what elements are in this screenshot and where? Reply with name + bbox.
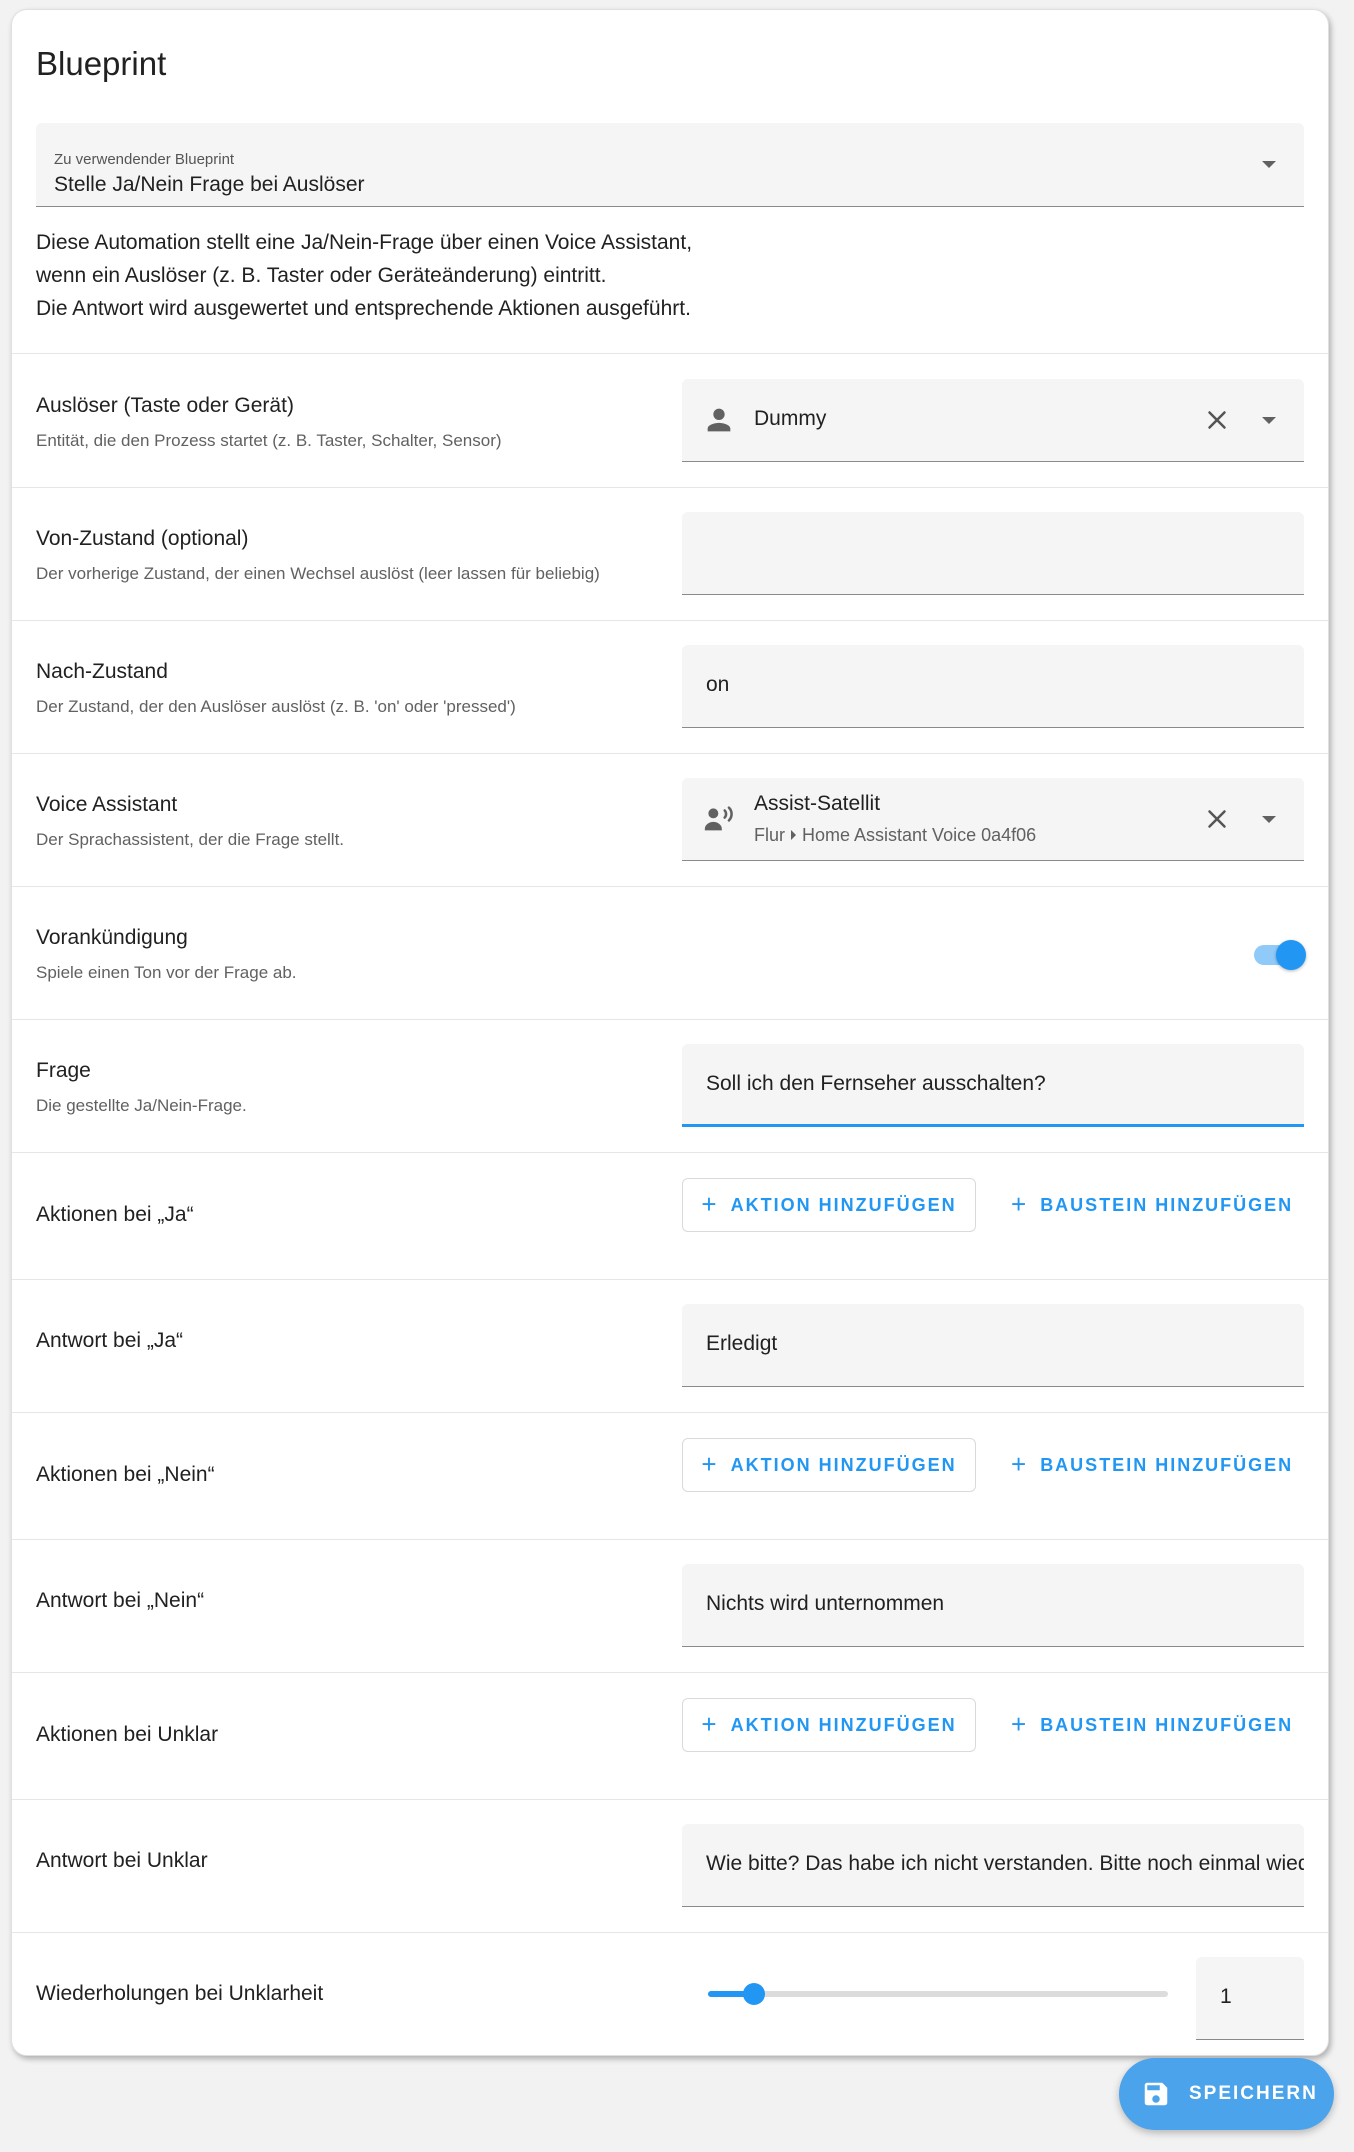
answer-no-label: Antwort bei „Nein“ xyxy=(36,1589,205,1612)
description-line: Die Antwort wird ausgewertet und entspre… xyxy=(36,297,691,320)
from-state-label: Von-Zustand (optional) xyxy=(36,527,249,550)
field-row-announcement: Vorankündigung Spiele einen Ton vor der … xyxy=(12,886,1328,1019)
blueprint-card: Blueprint Zu verwendender Blueprint Stel… xyxy=(11,9,1329,2056)
slider-handle[interactable] xyxy=(743,1983,765,2005)
voice-assistant-device: Home Assistant Voice 0a4f06 xyxy=(802,825,1037,845)
plus-icon: + xyxy=(1011,1188,1027,1219)
add-action-button[interactable]: + AKTION HINZUFÜGEN xyxy=(682,1698,976,1752)
add-building-block-button[interactable]: + BAUSTEIN HINZUFÜGEN xyxy=(997,1698,1297,1752)
plus-icon: + xyxy=(1011,1448,1027,1479)
retries-number-input[interactable]: 1 xyxy=(1196,1957,1304,2040)
add-action-label: AKTION HINZUFÜGEN xyxy=(730,1194,957,1215)
retries-slider[interactable] xyxy=(698,1979,1168,2009)
field-row-question: Frage Die gestellte Ja/Nein-Frage. Soll … xyxy=(12,1019,1328,1152)
plus-icon: + xyxy=(1011,1708,1027,1739)
trigger-entity-picker[interactable]: Dummy xyxy=(682,379,1304,462)
add-building-block-button[interactable]: + BAUSTEIN HINZUFÜGEN xyxy=(997,1178,1297,1232)
answer-unclear-input[interactable]: Wie bitte? Das habe ich nicht verstanden… xyxy=(682,1824,1304,1907)
breadcrumb-arrow-icon xyxy=(791,830,796,840)
description-line: wenn ein Auslöser (z. B. Taster oder Ger… xyxy=(36,264,607,287)
question-sublabel: Die gestellte Ja/Nein-Frage. xyxy=(36,1096,247,1115)
blueprint-select[interactable]: Zu verwendender Blueprint Stelle Ja/Nein… xyxy=(36,123,1304,207)
toggle-thumb xyxy=(1276,940,1306,970)
voice-assistant-sublabel: Der Sprachassistent, der die Frage stell… xyxy=(36,830,345,849)
trigger-label: Auslöser (Taste oder Gerät) xyxy=(36,394,294,417)
to-state-sublabel: Der Zustand, der den Auslöser auslöst (z… xyxy=(36,697,516,716)
description-line: Diese Automation stellt eine Ja/Nein-Fra… xyxy=(36,231,693,254)
blueprint-select-label: Zu verwendender Blueprint xyxy=(54,151,235,168)
voice-assistant-area: Flur xyxy=(754,825,785,845)
answer-no-input[interactable]: Nichts wird unternommen xyxy=(682,1564,1304,1647)
question-value: Soll ich den Fernseher ausschalten? xyxy=(706,1072,1046,1095)
blueprint-description: Diese Automation stellt eine Ja/Nein-Fra… xyxy=(36,226,1036,325)
to-state-label: Nach-Zustand xyxy=(36,660,168,683)
answer-no-value: Nichts wird unternommen xyxy=(706,1592,945,1615)
field-row-from-state: Von-Zustand (optional) Der vorherige Zus… xyxy=(12,487,1328,620)
add-building-block-label: BAUSTEIN HINZUFÜGEN xyxy=(1040,1714,1294,1735)
close-icon[interactable] xyxy=(1202,405,1232,435)
from-state-sublabel: Der vorherige Zustand, der einen Wechsel… xyxy=(36,564,600,583)
question-label: Frage xyxy=(36,1059,91,1082)
add-building-block-button[interactable]: + BAUSTEIN HINZUFÜGEN xyxy=(997,1438,1297,1492)
retries-label: Wiederholungen bei Unklarheit xyxy=(36,1982,324,2005)
card-title: Blueprint xyxy=(36,45,167,82)
to-state-input[interactable]: on xyxy=(682,645,1304,728)
question-input[interactable]: Soll ich den Fernseher ausschalten? xyxy=(682,1044,1304,1127)
blueprint-select-value: Stelle Ja/Nein Frage bei Auslöser xyxy=(54,173,365,196)
assist-satellite-icon xyxy=(704,806,733,831)
answer-unclear-value: Wie bitte? Das habe ich nicht verstanden… xyxy=(706,1852,1304,1875)
announcement-sublabel: Spiele einen Ton vor der Frage ab. xyxy=(36,963,297,982)
field-row-to-state: Nach-Zustand Der Zustand, der den Auslös… xyxy=(12,620,1328,753)
field-row-answer-no: Antwort bei „Nein“ Nichts wird unternomm… xyxy=(12,1539,1328,1672)
plus-icon: + xyxy=(701,1708,717,1739)
chevron-down-icon[interactable] xyxy=(1262,816,1276,823)
chevron-down-icon[interactable] xyxy=(1262,417,1276,424)
answer-yes-value: Erledigt xyxy=(706,1332,778,1355)
close-icon[interactable] xyxy=(1202,804,1232,834)
save-label: SPEICHERN xyxy=(1189,2083,1318,2104)
trigger-value: Dummy xyxy=(754,407,827,430)
actions-no-label: Aktionen bei „Nein“ xyxy=(36,1463,215,1486)
announcement-toggle[interactable] xyxy=(1250,937,1306,973)
plus-icon: + xyxy=(701,1448,717,1479)
field-row-actions-yes: Aktionen bei „Ja“ + AKTION HINZUFÜGEN + … xyxy=(12,1152,1328,1279)
field-row-trigger: Auslöser (Taste oder Gerät) Entität, die… xyxy=(12,353,1328,487)
add-building-block-label: BAUSTEIN HINZUFÜGEN xyxy=(1040,1194,1294,1215)
answer-yes-input[interactable]: Erledigt xyxy=(682,1304,1304,1387)
voice-assistant-label: Voice Assistant xyxy=(36,793,178,816)
add-building-block-label: BAUSTEIN HINZUFÜGEN xyxy=(1040,1454,1294,1475)
announcement-label: Vorankündigung xyxy=(36,926,188,949)
add-action-button[interactable]: + AKTION HINZUFÜGEN xyxy=(682,1178,976,1232)
voice-assistant-value: Assist-Satellit xyxy=(754,792,881,815)
slider-rail xyxy=(708,1991,1168,1997)
voice-assistant-path: Flur Home Assistant Voice 0a4f06 xyxy=(754,825,1036,846)
add-action-button[interactable]: + AKTION HINZUFÜGEN xyxy=(682,1438,976,1492)
answer-unclear-label: Antwort bei Unklar xyxy=(36,1849,208,1872)
chevron-down-icon xyxy=(1262,161,1276,168)
to-state-value: on xyxy=(706,673,730,696)
field-row-retries: Wiederholungen bei Unklarheit 1 xyxy=(12,1932,1328,2055)
from-state-input[interactable] xyxy=(682,512,1304,595)
add-action-label: AKTION HINZUFÜGEN xyxy=(730,1714,957,1735)
actions-yes-label: Aktionen bei „Ja“ xyxy=(36,1203,194,1226)
field-row-voice-assistant: Voice Assistant Der Sprachassistent, der… xyxy=(12,753,1328,886)
floppy-disk-icon xyxy=(1144,2082,1168,2106)
voice-assistant-picker[interactable]: Assist-Satellit Flur Home Assistant Voice… xyxy=(682,778,1304,861)
actions-unclear-label: Aktionen bei Unklar xyxy=(36,1723,219,1746)
retries-value: 1 xyxy=(1220,1985,1232,2008)
plus-icon: + xyxy=(701,1188,717,1219)
field-row-answer-yes: Antwort bei „Ja“ Erledigt xyxy=(12,1279,1328,1412)
save-button[interactable]: SPEICHERN xyxy=(1119,2058,1334,2130)
trigger-sublabel: Entität, die den Prozess startet (z. B. … xyxy=(36,431,502,450)
field-row-actions-unclear: Aktionen bei Unklar + AKTION HINZUFÜGEN … xyxy=(12,1672,1328,1799)
person-icon xyxy=(707,408,731,432)
field-row-actions-no: Aktionen bei „Nein“ + AKTION HINZUFÜGEN … xyxy=(12,1412,1328,1539)
field-row-answer-unclear: Antwort bei Unklar Wie bitte? Das habe i… xyxy=(12,1799,1328,1932)
add-action-label: AKTION HINZUFÜGEN xyxy=(730,1454,957,1475)
answer-yes-label: Antwort bei „Ja“ xyxy=(36,1329,184,1352)
